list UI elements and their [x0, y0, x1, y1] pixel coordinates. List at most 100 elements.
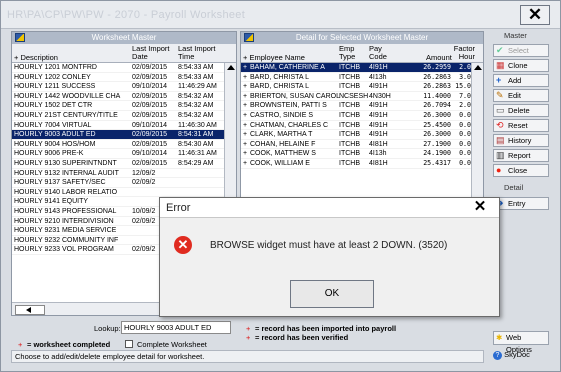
table-row[interactable]: HOURLY 1442 WOODVILLE CHA 02/09/2015 8:54:…: [12, 92, 236, 102]
entry-button[interactable]: ➜Entry: [493, 197, 549, 210]
table-row[interactable]: + COOK, MATTHEW S ITCHB 4I13h 24.1900 0.0: [241, 149, 483, 159]
row-import-date: 02/09/2: [132, 179, 156, 187]
row-emp-type: ITCHB: [339, 140, 360, 148]
detail-list[interactable]: + BAHAM, CATHERINE A ITCHB 4I91H 26.2959 2.0 +…: [241, 63, 483, 169]
row-expand-marker[interactable]: +: [243, 121, 247, 131]
completed-marker: +: [18, 340, 23, 349]
col-emp-type[interactable]: Emp Type: [339, 45, 363, 61]
row-description: HOURLY 9233 VOL PROGRAM: [14, 246, 114, 254]
col-factor-hour[interactable]: Factor Hour: [453, 45, 475, 61]
web-options-button[interactable]: ✱ Web Options: [493, 331, 549, 354]
row-import-time: 8:54:30 AM: [178, 140, 214, 148]
history-icon: ▤: [496, 135, 505, 145]
right-vertical-scrollbar[interactable]: [471, 63, 483, 200]
table-row[interactable]: + BARD, CHRISTA L ITCHB 4I91H 26.2863 15.0: [241, 82, 483, 92]
table-row[interactable]: + COOK, WILLIAM E ITCHB 4I81H 25.4317 0.0: [241, 159, 483, 169]
row-amount: 26.3000: [423, 110, 451, 119]
table-row[interactable]: + COHAN, HELAINE F ITCHB 4I81H 27.1900 0.0: [241, 140, 483, 150]
table-row[interactable]: + BRIERTON, SUSAN CAROL NCSESH 4N30H 11.4000…: [241, 92, 483, 102]
row-import-date: 02/09/2: [132, 246, 156, 254]
table-row[interactable]: HOURLY 21ST CENTURY/TITLE 02/09/2015 8:54:…: [12, 111, 236, 121]
clone-button[interactable]: ▦ Clone: [493, 59, 549, 72]
row-expand-marker[interactable]: +: [243, 73, 247, 83]
window-close-button[interactable]: ✕: [520, 5, 550, 25]
star-icon: ✱: [496, 333, 503, 342]
col-employee-name[interactable]: + Employee Name: [243, 54, 305, 62]
ok-button[interactable]: OK: [290, 280, 374, 308]
table-row[interactable]: HOURLY 9003 ADULT ED 02/09/2015 8:54:31 AM: [12, 130, 236, 140]
worksheet-completed-legend: = worksheet completed: [27, 340, 111, 349]
window-title: HR\PA\CP\PW\PW - 2070 - Payroll Workshee…: [7, 9, 246, 21]
dialog-close-button[interactable]: ✕: [463, 198, 497, 216]
complete-worksheet-checkbox[interactable]: [125, 340, 133, 348]
table-row[interactable]: HOURLY 7004 VIRTUAL 09/10/2014 11:46:30 AM: [12, 121, 236, 131]
row-expand-marker[interactable]: +: [243, 159, 247, 169]
row-expand-marker[interactable]: +: [243, 149, 247, 159]
table-row[interactable]: HOURLY 1202 CONLEY 02/09/2015 8:54:33 AM: [12, 73, 236, 83]
col-last-import-date[interactable]: Last Import Date: [132, 45, 174, 61]
row-amount: 11.4000: [423, 91, 451, 100]
row-emp-type: ITCHB: [339, 111, 360, 119]
close-button[interactable]: ● Close: [493, 164, 549, 177]
row-import-time: 8:54:32 AM: [178, 92, 214, 100]
reset-button[interactable]: ⟲ Reset: [493, 119, 549, 132]
row-factor-hour: 15.0: [455, 82, 471, 91]
delete-button[interactable]: ▭ Delete: [493, 104, 549, 117]
row-expand-marker[interactable]: +: [243, 101, 247, 111]
table-row[interactable]: + BARD, CHRISTA L ITCHB 4I13h 26.2863 3.0: [241, 73, 483, 83]
row-employee-name: COOK, MATTHEW S: [250, 150, 316, 158]
imported-legend: = record has been imported into payroll: [255, 324, 397, 333]
select-button[interactable]: ✔ Select: [493, 44, 549, 57]
table-row[interactable]: HOURLY 1211 SUCCESS 09/10/2014 11:46:29 AM: [12, 82, 236, 92]
table-row[interactable]: + BAHAM, CATHERINE A ITCHB 4I91H 26.2959 2.0: [241, 63, 483, 73]
row-import-date: 02/09/2015: [132, 92, 168, 100]
table-row[interactable]: + CHATMAN, CHARLES C ITCHB 4I91H 25.4500 0.0: [241, 121, 483, 131]
col-last-import-time[interactable]: Last Import Time: [178, 45, 220, 61]
row-description: HOURLY 9210 INTERDIVISION: [14, 217, 114, 225]
table-row[interactable]: + BROWNSTEIN, PATTI S ITCHB 4I91H 26.7094 2.0: [241, 101, 483, 111]
table-row[interactable]: HOURLY 9004 HOS/HOM 02/09/2015 8:54:30 AM: [12, 140, 236, 150]
table-row[interactable]: HOURLY 9137 SAFETY/SEC 02/09/2: [12, 178, 236, 188]
row-expand-marker[interactable]: +: [243, 130, 247, 140]
row-expand-marker[interactable]: +: [243, 92, 247, 102]
row-description: HOURLY 1502 DET CTR: [14, 102, 93, 110]
col-pay-code[interactable]: Pay Code: [369, 45, 393, 61]
table-row[interactable]: HOURLY 9130 SUPERINTNDNT 02/09/2015 8:54:2…: [12, 159, 236, 169]
table-row[interactable]: HOURLY 9140 LABOR RELATIO: [12, 188, 236, 198]
report-button[interactable]: ▥ Report: [493, 149, 549, 162]
lookup-input[interactable]: HOURLY 9003 ADULT ED: [121, 321, 231, 334]
row-import-time: 11:46:29 AM: [178, 83, 217, 91]
scroll-up-arrow-icon[interactable]: [474, 65, 482, 70]
row-description: HOURLY 9143 PROFESSIONAL: [14, 207, 117, 215]
edit-button[interactable]: ✎ Edit: [493, 89, 549, 102]
row-factor-hour: 0.0: [459, 120, 471, 129]
add-button[interactable]: + Add: [493, 74, 549, 87]
table-row[interactable]: HOURLY 1502 DET CTR 02/09/2015 8:54:32 AM: [12, 101, 236, 111]
row-factor-hour: 2.0: [459, 101, 471, 110]
row-import-date: 02/09/2015: [132, 102, 168, 110]
scroll-up-arrow-icon[interactable]: [227, 65, 235, 70]
scroll-left-button[interactable]: [15, 305, 45, 315]
skydoc-link[interactable]: ? SkyDoc: [493, 350, 530, 360]
table-row[interactable]: HOURLY 9132 INTERNAL AUDIT 12/09/2: [12, 169, 236, 179]
help-icon: ?: [493, 351, 502, 360]
pencil-icon: ✎: [496, 90, 504, 100]
detail-legend: Detail: [504, 183, 524, 192]
row-expand-marker[interactable]: +: [243, 63, 247, 73]
table-row[interactable]: + CLARK, MARTHA T ITCHB 4I91H 26.3000 0.0: [241, 130, 483, 140]
row-expand-marker[interactable]: +: [243, 111, 247, 121]
detail-header: + Employee Name Emp Type Pay Code Amount…: [241, 44, 483, 63]
row-expand-marker[interactable]: +: [243, 140, 247, 150]
row-expand-marker[interactable]: +: [243, 82, 247, 92]
row-description: HOURLY 9141 EQUITY: [14, 198, 89, 206]
table-row[interactable]: + CASTRO, SINDIE S ITCHB 4I91H 26.3000 0.0: [241, 111, 483, 121]
table-row[interactable]: HOURLY 9006 PRE-K 09/10/2014 11:46:31 AM: [12, 149, 236, 159]
row-import-time: 11:46:31 AM: [178, 150, 217, 158]
col-description[interactable]: + Description: [14, 54, 58, 62]
col-amount[interactable]: Amount: [426, 54, 452, 62]
scroll-left-arrow-icon: [26, 307, 31, 313]
row-factor-hour: 2.0: [459, 63, 471, 71]
table-row[interactable]: HOURLY 1201 MONTFRD 02/09/2015 8:54:33 AM: [12, 63, 236, 73]
history-button[interactable]: ▤ History: [493, 134, 549, 147]
row-description: HOURLY 9232 COMMUNITY INF: [14, 236, 119, 244]
